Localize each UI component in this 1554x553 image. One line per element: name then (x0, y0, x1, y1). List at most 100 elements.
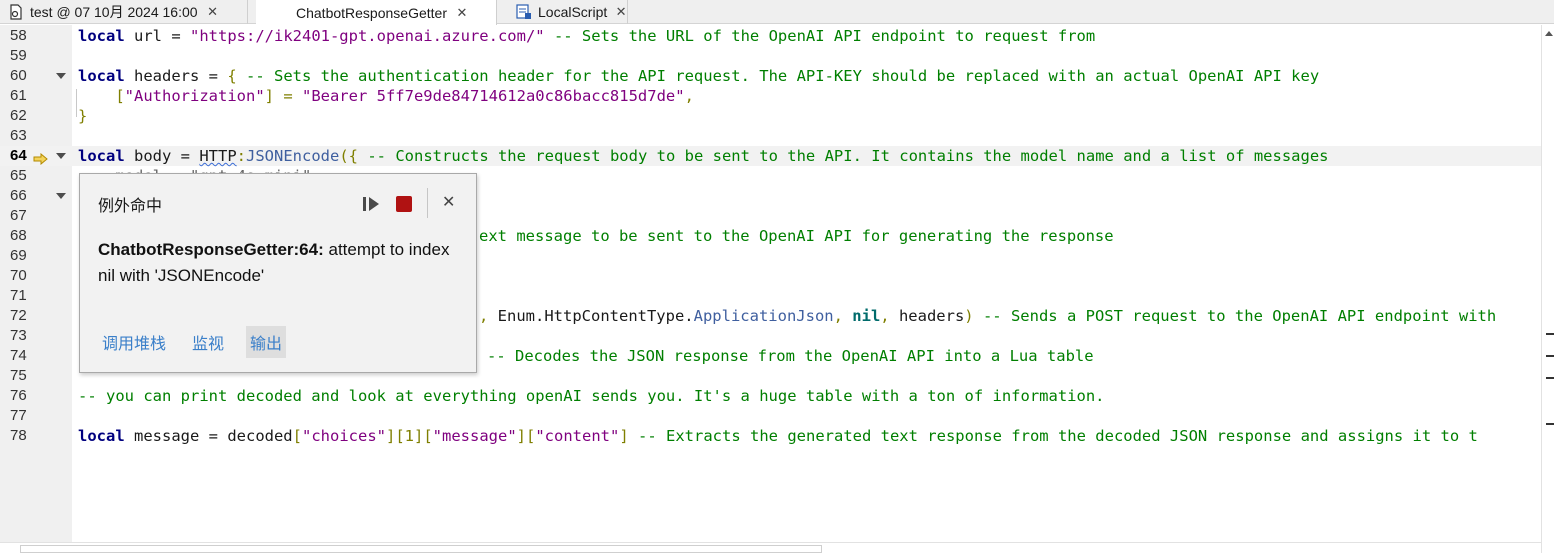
watch-link[interactable]: 监视 (188, 326, 228, 358)
fold-toggle-icon[interactable] (56, 193, 66, 199)
fold-toggle-icon[interactable] (56, 73, 66, 79)
keyword: local (78, 67, 125, 85)
close-icon[interactable]: ✕ (442, 192, 455, 211)
operator: ({ (339, 147, 358, 165)
line-number: 62 (10, 107, 27, 124)
call-stack-link[interactable]: 调用堆栈 (98, 326, 170, 358)
line-number: 70 (10, 267, 27, 284)
tab-label: LocalScript (538, 4, 608, 20)
comment: -- Sends a POST request to the OpenAI AP… (973, 307, 1497, 325)
close-icon[interactable]: ✕ (455, 5, 469, 21)
string-literal: "https://ik2401-gpt.openai.azure.com/" (190, 27, 545, 45)
operator: ][1][ (386, 427, 433, 445)
comment: -- Sets the authentication header for th… (236, 67, 1320, 85)
tab-localscript[interactable]: LocalScript ✕ (508, 0, 628, 24)
close-icon[interactable]: ✕ (615, 4, 627, 20)
close-icon[interactable]: ✕ (206, 4, 220, 20)
line-number: 75 (10, 367, 27, 384)
error-message: ChatbotResponseGetter:64: attempt to ind… (98, 237, 458, 289)
code-line[interactable]: 59 (0, 46, 1541, 66)
string-literal: "message" (432, 427, 517, 445)
operator: ) (964, 307, 974, 325)
code-text: Enum.HttpContentType. (497, 307, 694, 325)
comment: -- Sets the URL of the OpenAI API endpoi… (544, 27, 1096, 45)
string-literal: "choices" (302, 427, 386, 445)
enum-member: ApplicationJson (693, 307, 834, 325)
operator: : (236, 147, 246, 165)
exception-popup: 例外命中 ✕ ChatbotResponseGetter:64: attempt… (79, 173, 477, 373)
line-number: 65 (10, 167, 27, 184)
operator: ] = (264, 87, 302, 105)
string-literal: "Bearer 5ff7e9de84714612a0c86bacc815d7de… (301, 87, 685, 105)
tab-place-file[interactable]: test @ 07 10月 2024 16:00 ✕ (0, 0, 248, 24)
scroll-up-icon[interactable] (1545, 31, 1553, 36)
code-line[interactable]: 61 ["Authorization"] = "Bearer 5ff7e9de8… (0, 86, 1541, 106)
output-link[interactable]: 输出 (246, 326, 287, 358)
scroll-marker (1546, 333, 1554, 335)
code-line[interactable]: 63 (0, 126, 1541, 146)
line-number: 63 (10, 127, 27, 144)
code-text: body = (124, 147, 200, 165)
vertical-scrollbar[interactable] (1541, 25, 1554, 553)
code-text: headers = (124, 67, 228, 85)
fold-guide (76, 89, 77, 117)
code-line[interactable]: 77 (0, 406, 1541, 426)
line-number: 61 (10, 87, 27, 104)
horizontal-scrollbar[interactable] (0, 542, 1541, 553)
string-literal: "Authorization" (124, 87, 265, 105)
scroll-marker (1546, 423, 1554, 425)
popup-title: 例外命中 (98, 196, 163, 215)
line-number: 59 (10, 47, 27, 64)
tab-bar: test @ 07 10月 2024 16:00 ✕ ChatbotRespon… (0, 0, 1554, 25)
operator: { (227, 67, 237, 85)
code-line[interactable]: 78 local message = decoded["choices"][1]… (0, 426, 1541, 446)
current-code-line[interactable]: 64 local body = HTTP:JSONEncode({ -- Con… (0, 146, 1541, 166)
operator: , (684, 87, 694, 105)
scrollbar-thumb[interactable] (20, 545, 822, 553)
keyword: local (78, 27, 125, 45)
code-line[interactable]: 60 local headers = { -- Sets the authent… (0, 66, 1541, 86)
operator: ][ (516, 427, 536, 445)
operator: , (880, 307, 899, 325)
stop-button[interactable] (396, 196, 412, 212)
line-number: 67 (10, 207, 27, 224)
line-number: 78 (10, 427, 27, 444)
string-literal: "content" (535, 427, 620, 445)
comment: -- Constructs the request body to be sen… (358, 147, 1329, 165)
keyword: local (78, 147, 125, 165)
operator: , (833, 307, 853, 325)
line-number: 68 (10, 227, 27, 244)
code-text: url = (124, 27, 190, 45)
line-number: 66 (10, 187, 27, 204)
fold-toggle-icon[interactable] (56, 153, 66, 159)
line-number: 69 (10, 247, 27, 264)
tab-label: ChatbotResponseGetter (296, 4, 447, 21)
code-text: HTTP (199, 147, 237, 165)
place-file-icon (8, 4, 24, 20)
code-text: headers (898, 307, 965, 325)
operator: [ (115, 87, 125, 105)
comment: -- Decodes the JSON response from the Op… (487, 347, 1094, 365)
code-line[interactable]: 76 -- you can print decoded and look at … (0, 386, 1541, 406)
code-line[interactable]: 58 local url = "https://ik2401-gpt.opena… (0, 26, 1541, 46)
divider (427, 188, 428, 218)
localscript-icon (516, 4, 532, 20)
function-name: JSONEncode (246, 147, 340, 165)
line-number: 76 (10, 387, 27, 404)
line-number: 74 (10, 347, 27, 364)
tab-chatbot-response-getter[interactable]: ChatbotResponseGetter ✕ (256, 0, 497, 25)
code-text: message = decoded (124, 427, 293, 445)
operator: ] (619, 427, 629, 445)
operator: [ (292, 427, 302, 445)
keyword: nil (852, 307, 881, 325)
continue-button[interactable] (361, 195, 381, 213)
operator: } (78, 107, 88, 125)
keyword: local (78, 427, 125, 445)
line-number: 72 (10, 307, 27, 324)
comment: ext message to be sent to the OpenAI API… (479, 227, 1114, 245)
code-line[interactable]: 62 } (0, 106, 1541, 126)
scroll-marker (1546, 377, 1554, 379)
line-number: 71 (10, 287, 27, 304)
line-number: 58 (10, 27, 27, 44)
